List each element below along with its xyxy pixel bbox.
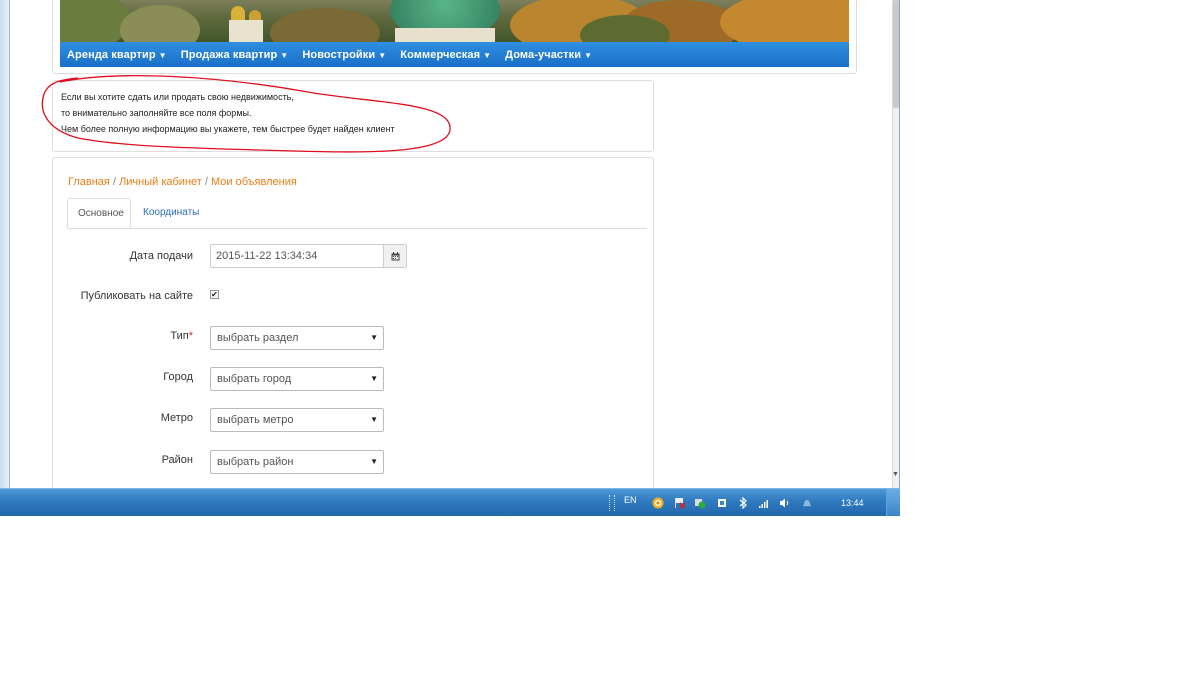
caret-down-icon: ▼	[378, 50, 387, 60]
language-indicator[interactable]: EN	[624, 495, 637, 505]
city-select[interactable]: выбрать город ▼	[210, 367, 384, 391]
nav-item-commercial[interactable]: Коммерческая ▼	[400, 49, 491, 61]
city-select-value: выбрать город	[217, 373, 292, 385]
notification-bell-icon[interactable]	[801, 497, 813, 509]
date-label: Дата подачи	[129, 250, 193, 262]
action-center-flag-icon[interactable]	[674, 497, 686, 509]
window-left-edge	[0, 0, 10, 488]
district-select-value: выбрать район	[217, 456, 294, 468]
required-marker: *	[188, 330, 193, 342]
city-label: Город	[163, 371, 193, 383]
publish-label: Публиковать на сайте	[80, 290, 193, 302]
calendar-icon	[391, 251, 399, 260]
caret-down-icon: ▼	[483, 50, 492, 60]
tab-main[interactable]: Основное	[67, 198, 131, 228]
show-desktop-button[interactable]	[886, 489, 900, 516]
scroll-down-arrow-icon[interactable]: ▼	[892, 470, 899, 480]
calendar-button[interactable]	[383, 244, 407, 268]
browser-window: Аренда квартир ▼ Продажа квартир ▼ Новостр…	[0, 0, 900, 497]
dropdown-arrow-icon: ▼	[370, 333, 378, 342]
breadcrumb: Главная / Личный кабинет / Мои объявлени…	[68, 176, 297, 188]
main-nav-bar: Аренда квартир ▼ Продажа квартир ▼ Новостр…	[60, 42, 849, 67]
date-input[interactable]	[210, 244, 384, 268]
tray-grip	[609, 495, 615, 511]
dropdown-arrow-icon: ▼	[370, 457, 378, 466]
network-signal-icon[interactable]	[758, 497, 770, 509]
security-shield-icon[interactable]	[694, 497, 706, 509]
breadcrumb-cabinet[interactable]: Личный кабинет	[119, 176, 202, 188]
district-label: Район	[161, 454, 193, 466]
nav-item-houses-land[interactable]: Дома-участки ▼	[505, 49, 592, 61]
volume-icon[interactable]	[779, 497, 791, 509]
nav-item-rent[interactable]: Аренда квартир ▼	[67, 49, 167, 61]
district-select[interactable]: выбрать район ▼	[210, 450, 384, 474]
type-select-value: выбрать раздел	[217, 332, 299, 344]
church-domes-icon	[225, 0, 265, 42]
breadcrumb-my-ads[interactable]: Мои объявления	[211, 176, 297, 188]
bluetooth-icon[interactable]	[737, 497, 749, 509]
publish-checkbox[interactable]: ✔	[210, 290, 219, 299]
caret-down-icon: ▼	[280, 50, 289, 60]
breadcrumb-separator: /	[112, 176, 116, 188]
checkmark-icon: ✔	[211, 290, 218, 299]
form-tabs: Основное Координаты	[67, 198, 647, 229]
dropdown-arrow-icon: ▼	[370, 374, 378, 383]
breadcrumb-home[interactable]: Главная	[68, 176, 110, 188]
dropdown-arrow-icon: ▼	[370, 415, 378, 424]
ad-form-card: Главная / Личный кабинет / Мои объявлени…	[52, 157, 654, 497]
metro-select[interactable]: выбрать метро ▼	[210, 408, 384, 432]
nav-item-new-buildings[interactable]: Новостройки ▼	[302, 49, 386, 61]
tab-coordinates[interactable]: Координаты	[133, 198, 209, 228]
type-select[interactable]: выбрать раздел ▼	[210, 326, 384, 350]
type-label: Тип*	[170, 330, 193, 342]
vertical-scrollbar[interactable]: ▼	[892, 0, 899, 488]
metro-label: Метро	[160, 412, 193, 424]
breadcrumb-separator: /	[204, 176, 208, 188]
caret-down-icon: ▼	[584, 50, 593, 60]
scrollbar-thumb[interactable]	[893, 0, 899, 108]
site-banner-image	[60, 0, 849, 42]
app-tray-icon[interactable]	[652, 497, 664, 509]
metro-select-value: выбрать метро	[217, 414, 294, 426]
screen: Аренда квартир ▼ Продажа квартир ▼ Новостр…	[0, 0, 900, 516]
red-highlight-ellipse	[41, 75, 451, 153]
taskbar-clock[interactable]: 13:44	[841, 498, 864, 508]
device-tray-icon[interactable]	[716, 497, 728, 509]
windows-taskbar: EN 13:44	[0, 488, 900, 516]
caret-down-icon: ▼	[158, 50, 167, 60]
nav-item-sale[interactable]: Продажа квартир ▼	[181, 49, 289, 61]
